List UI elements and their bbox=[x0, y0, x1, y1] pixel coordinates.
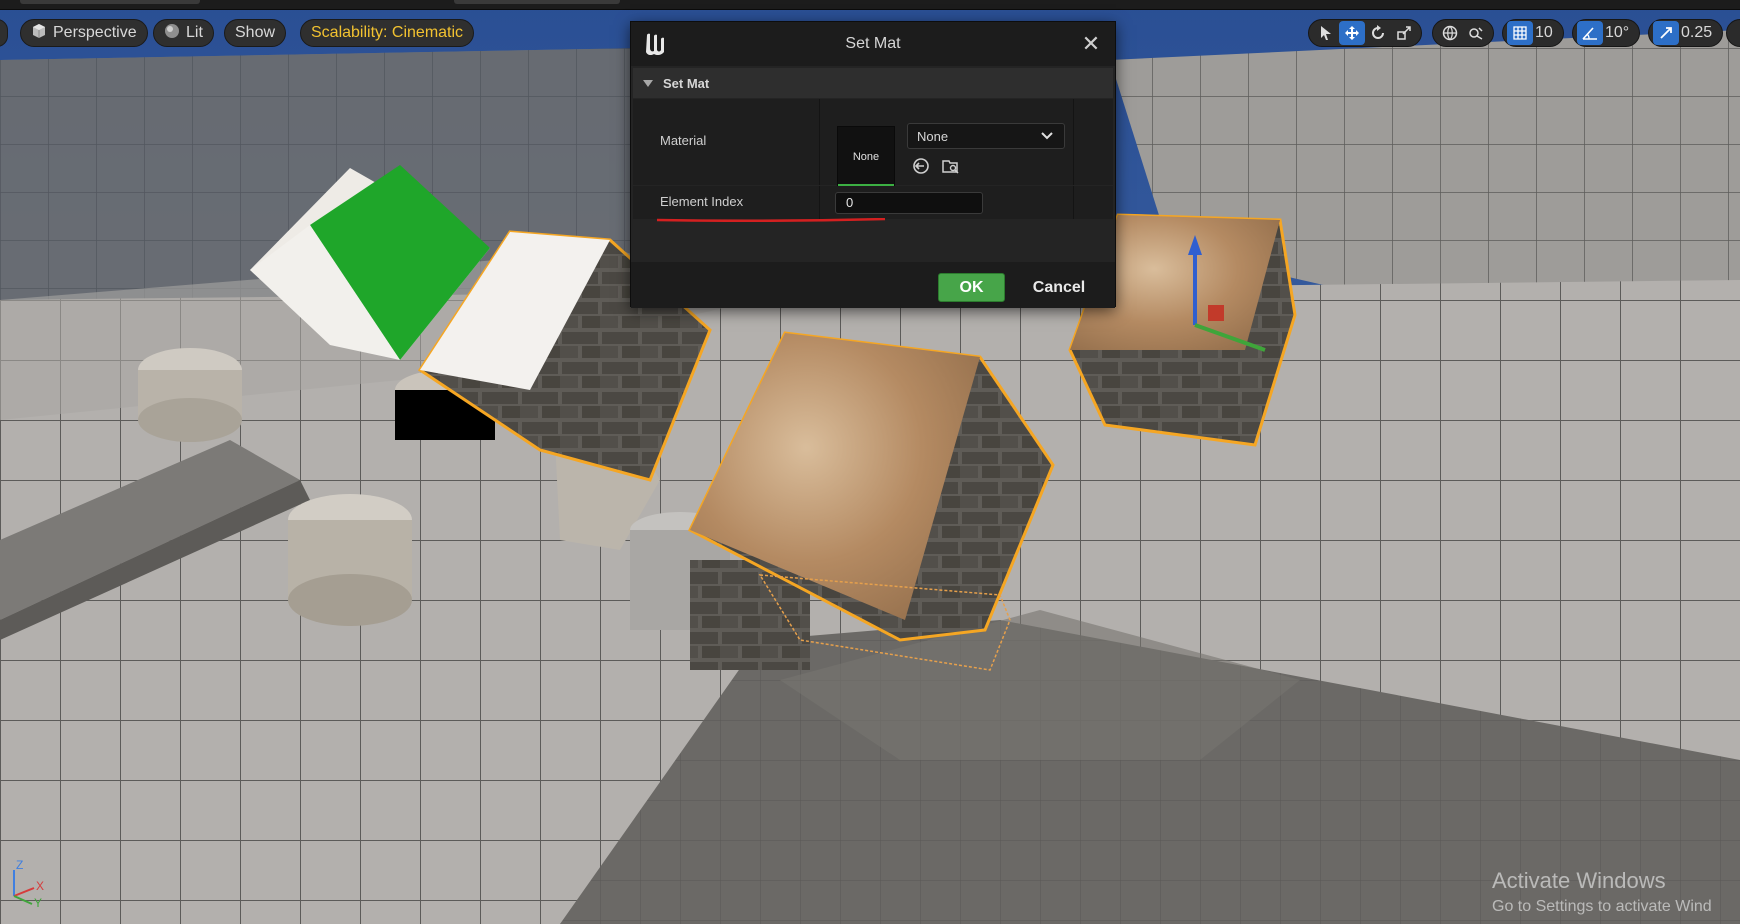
element-index-label: Element Index bbox=[660, 194, 744, 209]
activate-windows-subtitle: Go to Settings to activate Wind bbox=[1492, 898, 1712, 915]
scale-snap-value[interactable]: 0.25 bbox=[1679, 24, 1718, 42]
material-actions bbox=[910, 155, 962, 177]
grid-snap-icon[interactable] bbox=[1507, 21, 1533, 45]
activate-windows-title: Activate Windows bbox=[1492, 868, 1666, 893]
material-label: Material bbox=[660, 133, 707, 148]
translate-icon[interactable] bbox=[1339, 21, 1365, 45]
cube-icon bbox=[31, 23, 47, 44]
transform-tools-group bbox=[1308, 19, 1422, 47]
axis-gizmo-icon: Z X Y bbox=[13, 860, 44, 908]
show-label: Show bbox=[235, 24, 276, 41]
set-mat-section-header[interactable]: Set Mat bbox=[633, 68, 1113, 98]
axis-y-label: Y bbox=[34, 896, 42, 908]
row-divider bbox=[819, 186, 820, 219]
select-icon[interactable] bbox=[1313, 21, 1339, 45]
element-index-input[interactable]: 0 bbox=[835, 192, 983, 214]
perspective-button[interactable]: Perspective bbox=[20, 19, 148, 47]
collapse-triangle-icon[interactable] bbox=[643, 79, 653, 87]
material-property-row: Material None None bbox=[633, 99, 1113, 188]
editor-top-strip bbox=[0, 0, 1740, 10]
rotation-snap-value[interactable]: 10° bbox=[1603, 24, 1635, 42]
material-thumbnail-text: None bbox=[852, 151, 880, 163]
surface-snap-icon[interactable] bbox=[1463, 21, 1489, 45]
close-icon[interactable]: ✕ bbox=[1079, 32, 1103, 56]
editor-tab[interactable] bbox=[20, 0, 200, 4]
coordinate-group bbox=[1432, 19, 1494, 47]
row-divider bbox=[819, 99, 820, 185]
axis-z-label: Z bbox=[16, 860, 23, 872]
chevron-down-icon bbox=[1041, 132, 1053, 140]
unreal-logo-icon bbox=[646, 33, 664, 56]
scale-snap-group: 0.25 bbox=[1648, 19, 1724, 47]
material-combo[interactable]: None bbox=[907, 123, 1065, 149]
cancel-button[interactable]: Cancel bbox=[1019, 273, 1099, 302]
grid-snap-group: 10 bbox=[1502, 19, 1564, 47]
axis-x-label: X bbox=[36, 879, 44, 893]
lit-button[interactable]: Lit bbox=[153, 19, 214, 47]
set-mat-dialog: Set Mat ✕ Set Mat Material None None Ele… bbox=[630, 21, 1116, 308]
rotation-snap-group: 10° bbox=[1572, 19, 1641, 47]
scalability-label: Scalability: Cinematic bbox=[311, 24, 464, 41]
lit-label: Lit bbox=[186, 24, 203, 41]
scale-snap-icon[interactable] bbox=[1653, 21, 1679, 45]
scale-icon[interactable] bbox=[1391, 21, 1417, 45]
row-divider bbox=[1073, 99, 1074, 185]
row-divider bbox=[1073, 186, 1074, 219]
dialog-title: Set Mat bbox=[845, 35, 901, 52]
red-annotation-underline bbox=[657, 218, 885, 222]
section-title: Set Mat bbox=[663, 75, 710, 91]
scalability-button[interactable]: Scalability: Cinematic bbox=[300, 19, 475, 47]
editor-tab[interactable] bbox=[454, 0, 620, 4]
ok-button[interactable]: OK bbox=[938, 273, 1005, 302]
grid-snap-value[interactable]: 10 bbox=[1533, 24, 1559, 42]
rotation-snap-icon[interactable] bbox=[1577, 21, 1603, 45]
material-combo-value: None bbox=[917, 128, 949, 144]
element-index-property-row: Element Index 0 bbox=[633, 186, 1113, 219]
perspective-label: Perspective bbox=[53, 24, 137, 41]
browse-asset-icon[interactable] bbox=[940, 155, 962, 177]
dialog-footer: OK Cancel bbox=[631, 262, 1115, 308]
use-selected-icon[interactable] bbox=[910, 155, 932, 177]
rotate-icon[interactable] bbox=[1365, 21, 1391, 45]
dialog-title-bar[interactable]: Set Mat ✕ bbox=[631, 22, 1115, 66]
sphere-icon bbox=[164, 23, 180, 44]
world-local-icon[interactable] bbox=[1437, 21, 1463, 45]
show-button[interactable]: Show bbox=[224, 19, 287, 47]
material-thumbnail[interactable]: None bbox=[837, 126, 895, 188]
